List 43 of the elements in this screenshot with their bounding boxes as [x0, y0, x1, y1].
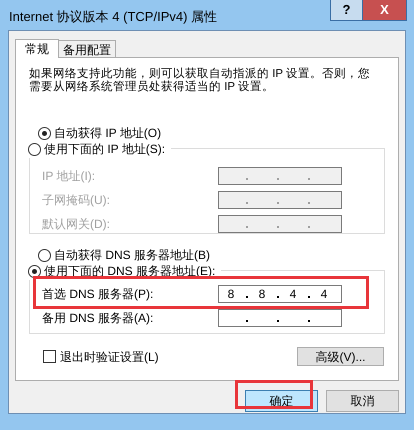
dot-separator-icon [246, 296, 248, 298]
ip-address-field[interactable] [218, 309, 342, 327]
ip-address-field[interactable]: 8 8 4 4 [218, 285, 342, 303]
dot-separator-icon [246, 178, 248, 180]
field-label: 子网掩码(U): [42, 192, 111, 209]
dot-separator-icon [276, 202, 278, 204]
window-title: Internet 协议版本 4 (TCP/IPv4) 属性 [9, 8, 218, 26]
dot-separator-icon [246, 226, 248, 228]
dot-separator-icon [276, 296, 278, 298]
field-label: IP 地址(I): [42, 168, 96, 185]
field-label: 首选 DNS 服务器(P): [42, 286, 154, 303]
description-text: 如果网络支持此功能，则可以获取自动指派的 IP 设置。否则，您需要从网络系统管理员处获得适当的 IP 设置。 [29, 68, 372, 94]
field-label: 默认网关(D): [42, 216, 111, 233]
field-label: 备用 DNS 服务器(A): [42, 310, 154, 327]
advanced-button[interactable]: 高级(V)... [297, 347, 384, 366]
dot-separator-icon [308, 226, 310, 228]
radio-button[interactable] [38, 126, 51, 140]
radio-button[interactable] [28, 142, 41, 156]
dot-separator-icon [276, 178, 278, 180]
dialog-button[interactable]: 取消 [326, 390, 399, 412]
tab[interactable]: 备用配置 [59, 40, 116, 57]
dot-separator-icon [308, 296, 310, 298]
tab[interactable]: 常规 [15, 39, 59, 58]
octet-value[interactable]: 8 [219, 285, 243, 303]
close-button[interactable]: X [363, 0, 407, 21]
dot-separator-icon [276, 226, 278, 228]
dot-separator-icon [246, 320, 248, 322]
radio-button[interactable] [38, 248, 51, 262]
dot-separator-icon [276, 320, 278, 322]
dot-separator-icon [308, 202, 310, 204]
octet-value[interactable]: 4 [281, 285, 305, 303]
help-button[interactable]: ? [330, 0, 363, 21]
radio-label: 自动获得 DNS 服务器地址(B) [54, 247, 210, 264]
radio-label: 使用下面的 IP 地址(S): [44, 141, 166, 158]
dot-separator-icon [246, 202, 248, 204]
dot-separator-icon [308, 320, 310, 322]
dot-separator-icon [308, 178, 310, 180]
radio-label: 自动获得 IP 地址(O) [54, 125, 162, 142]
checkbox[interactable] [43, 350, 56, 363]
radio-button[interactable] [28, 264, 41, 278]
octet-value[interactable]: 8 [250, 285, 274, 303]
checkbox-label: 退出时验证设置(L) [60, 348, 159, 366]
octet-value[interactable]: 4 [312, 285, 336, 303]
